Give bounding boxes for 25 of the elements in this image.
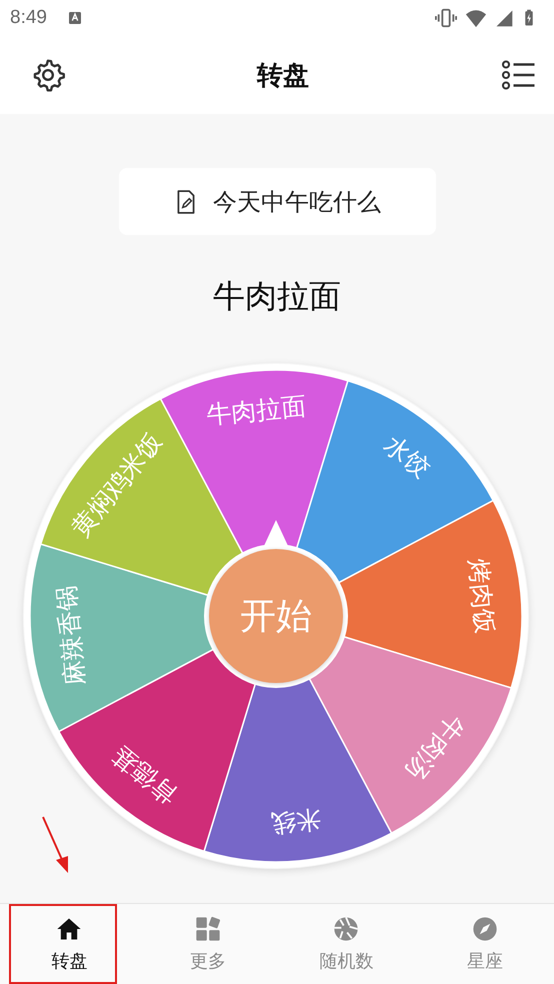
- segment-label: 牛肉汤: [400, 709, 470, 786]
- prompt-card[interactable]: 今天中午吃什么: [118, 168, 436, 235]
- nav-tab[interactable]: 星座: [416, 904, 554, 984]
- notification-icon: [66, 10, 83, 26]
- vibrate-icon: [434, 7, 458, 29]
- clock-time: 8:49: [10, 7, 47, 29]
- segment-label: 肯德基: [106, 740, 183, 810]
- segment-label: 牛肉拉面: [205, 391, 308, 430]
- segment-label: 麻辣香锅: [51, 584, 90, 687]
- aperture-icon: [332, 915, 360, 943]
- result-text: 牛肉拉面: [213, 276, 341, 317]
- compass-icon: [470, 915, 499, 943]
- segment-label: 黄焖鸡米饭: [66, 427, 168, 542]
- tiles-icon: [194, 915, 222, 943]
- segment-label: 米线: [270, 804, 322, 838]
- signal-icon: [494, 8, 514, 28]
- screen-title: 转盘: [257, 60, 309, 92]
- annotation-arrow: [41, 816, 71, 874]
- segment-label: 水饺: [378, 430, 436, 484]
- prompt-text: 今天中午吃什么: [213, 186, 381, 218]
- wifi-icon: [464, 7, 488, 29]
- nav-tab[interactable]: 转盘: [0, 904, 138, 984]
- segment-label: 烤肉饭: [464, 558, 500, 635]
- nav-tab[interactable]: 更多: [138, 904, 277, 984]
- nav-tab[interactable]: 随机数: [277, 904, 416, 984]
